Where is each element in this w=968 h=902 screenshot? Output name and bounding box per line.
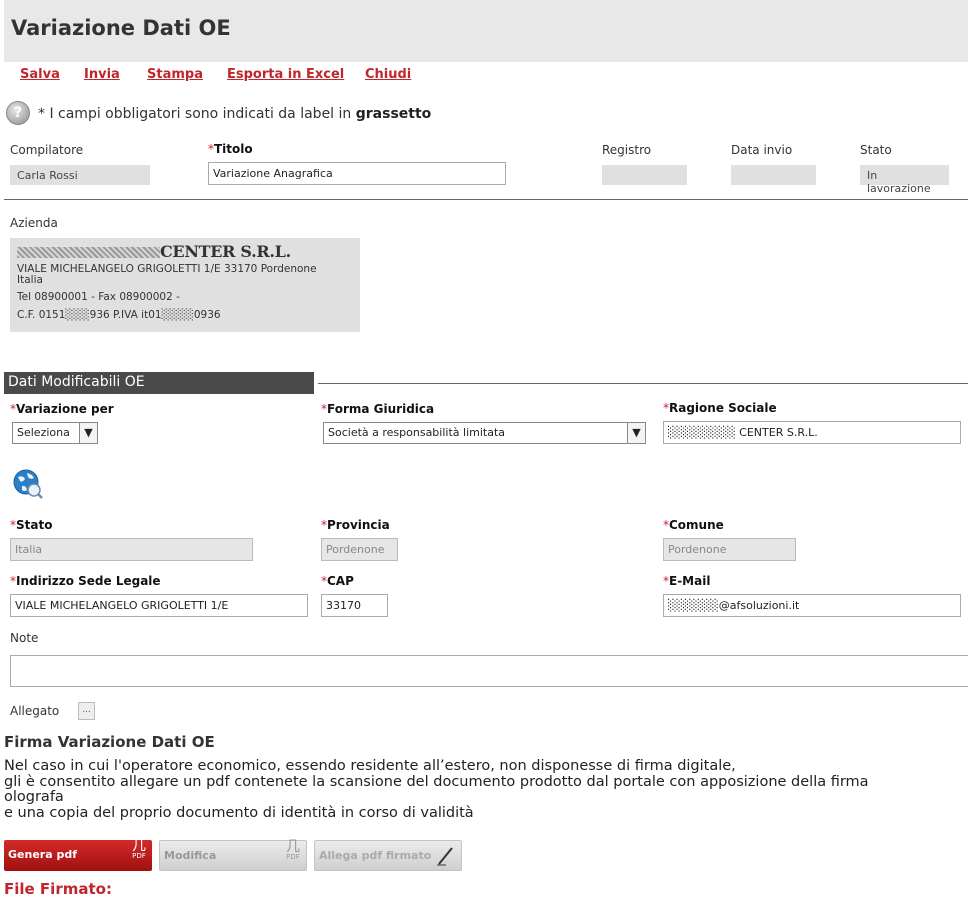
globe-search-icon[interactable] [12,468,44,500]
azienda-phone: Tel 08900001 - Fax 08900002 - [17,291,180,303]
azienda-label: Azienda [10,216,58,230]
stato-label: *Stato [10,518,53,532]
genera-pdf-button[interactable]: Genera pdf ⼏ PDF [4,838,152,871]
registro-field [602,165,687,185]
compilatore-label: Compilatore [10,143,84,157]
email-input[interactable]: ░░░░░░@afsoluzioni.it [663,594,961,617]
comune-label: *Comune [663,518,724,532]
firma-line: Nel caso in cui l'operatore economico, e… [4,758,736,774]
page-title: Variazione Dati OE [11,16,231,40]
azienda-country: Italia [17,274,43,286]
redacted-block [17,247,160,258]
indirizzo-label: *Indirizzo Sede Legale [10,574,161,588]
modifica-button[interactable]: Modifica ⼏ PDF [159,840,307,871]
ragione-sociale-input[interactable]: ░░░░░░░░ CENTER S.R.L. [663,421,961,444]
azienda-fiscal: C.F. 0151░░░936 P.IVA it01░░░░0936 [17,309,221,321]
provincia-field: Pordenone [321,538,398,561]
firma-title: Firma Variazione Dati OE [4,733,215,751]
azienda-card: CENTER S.R.L. VIALE MICHELANGELO GRIGOLE… [10,238,360,332]
data-invio-label: Data invio [731,143,793,157]
registro-label: Registro [602,143,652,157]
azienda-address: VIALE MICHELANGELO GRIGOLETTI 1/E 33170 … [17,263,317,275]
page-header: Variazione Dati OE [4,0,968,62]
allegato-browse-button[interactable]: ... [78,702,95,720]
allegato-label: Allegato [10,704,60,718]
azienda-name: CENTER S.R.L. [17,242,353,261]
section-title: Dati Modificabili OE [4,372,314,394]
stato-header-field: In lavorazione [860,165,949,195]
firma-instructions: Nel caso in cui l'operatore economico, e… [4,758,964,821]
file-firmato-label: File Firmato: [4,880,112,898]
salva-link[interactable]: Salva [20,67,60,82]
stato-header-label: Stato [860,143,892,157]
chiudi-link[interactable]: Chiudi [365,67,411,82]
stato-field: Italia [10,538,253,561]
titolo-label: *Titolo [208,142,253,156]
firma-line: olografa [4,789,64,805]
help-icon[interactable]: ? [6,101,30,125]
required-fields-hint: * I campi obbligatori sono indicati da l… [38,106,431,122]
divider [4,199,968,200]
firma-line: gli è consentito allegare un pdf contene… [4,773,869,790]
section-divider [318,383,968,384]
chevron-down-icon: ▼ [79,423,97,443]
data-invio-field [731,165,816,185]
stampa-link[interactable]: Stampa [147,67,203,82]
comune-field: Pordenone [663,538,796,561]
chevron-down-icon: ▼ [627,423,645,443]
esporta-excel-link[interactable]: Esporta in Excel [227,67,344,82]
hint-text: * I campi obbligatori sono indicati da l… [38,106,356,122]
allega-pdf-button[interactable]: Allega pdf firmato [314,840,462,871]
email-label: *E-Mail [663,574,711,588]
note-label: Note [10,631,39,645]
ragione-label: *Ragione Sociale [663,401,777,415]
forma-giuridica-select[interactable]: Società a responsabilità limitata ▼ [323,422,646,444]
cap-label: *CAP [321,574,354,588]
titolo-input[interactable]: Variazione Anagrafica [208,162,506,185]
pdf-icon: ⼏ PDF [286,839,300,861]
indirizzo-input[interactable]: VIALE MICHELANGELO GRIGOLETTI 1/E [10,594,308,617]
provincia-label: *Provincia [321,518,390,532]
forma-label: *Forma Giuridica [321,402,435,416]
note-textarea[interactable] [10,655,968,687]
pdf-icon: ⼏ PDF [132,838,146,860]
variazione-select[interactable]: Seleziona ▼ [12,422,98,444]
variazione-label: *Variazione per [10,402,114,416]
cap-input[interactable]: 33170 [321,594,388,617]
hint-bold: grassetto [355,106,432,122]
pen-icon [437,847,453,866]
invia-link[interactable]: Invia [84,67,120,82]
firma-line: e una copia del proprio documento di ide… [4,804,474,821]
compilatore-field: Carla Rossi [10,165,150,185]
